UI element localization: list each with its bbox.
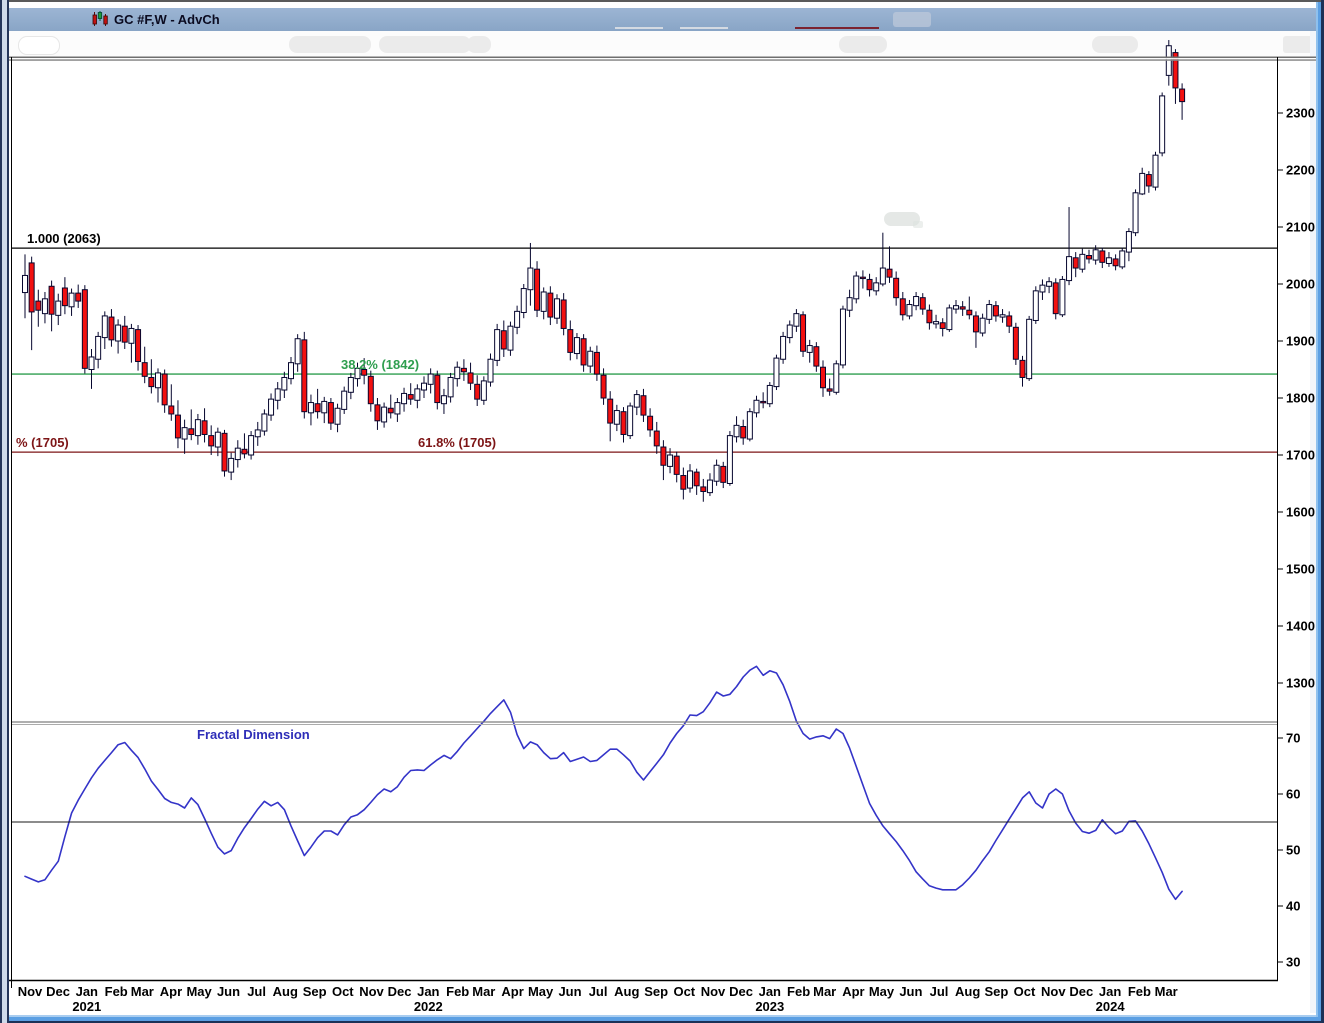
svg-text:Dec: Dec xyxy=(1069,984,1093,999)
svg-text:Jul: Jul xyxy=(930,984,949,999)
svg-text:May: May xyxy=(528,984,554,999)
svg-text:Nov: Nov xyxy=(701,984,726,999)
chart-canvas[interactable]: 2300 2200 2100 2000 1900 1800 1700 1600 1500 1400… xyxy=(0,0,1324,1023)
svg-text:Mar: Mar xyxy=(472,984,495,999)
svg-text:40: 40 xyxy=(1286,899,1300,914)
svg-text:Apr: Apr xyxy=(501,984,523,999)
fib-label-618: 61.8% (1705) xyxy=(418,435,497,451)
svg-text:May: May xyxy=(869,984,895,999)
svg-text:2024: 2024 xyxy=(1096,999,1126,1014)
svg-text:2000: 2000 xyxy=(1286,277,1315,292)
svg-text:2022: 2022 xyxy=(414,999,443,1014)
chart-area[interactable]: 2300 2200 2100 2000 1900 1800 1700 1600 1500 1400… xyxy=(0,0,1324,1023)
svg-text:1800: 1800 xyxy=(1286,391,1315,406)
svg-text:Nov: Nov xyxy=(18,984,43,999)
svg-text:2100: 2100 xyxy=(1286,220,1315,235)
svg-text:Nov: Nov xyxy=(1041,984,1066,999)
fib-label-382: 38.2% (1842) xyxy=(341,357,420,373)
chart-window: GC #F,W - AdvCh 2300 2200 2100 2000 1900 1800… xyxy=(0,0,1324,1023)
time-axis[interactable]: Nov Dec Jan Feb Mar Apr May Jun Jul Aug Sep Oct Nov D… xyxy=(18,984,1178,1014)
svg-text:Mar: Mar xyxy=(1155,984,1178,999)
svg-text:2200: 2200 xyxy=(1286,163,1315,178)
svg-text:Feb: Feb xyxy=(105,984,128,999)
window-title: GC #F,W - AdvCh xyxy=(114,12,220,27)
svg-text:Jun: Jun xyxy=(899,984,922,999)
svg-text:Jan: Jan xyxy=(1099,984,1121,999)
svg-text:Sep: Sep xyxy=(984,984,1008,999)
svg-text:Dec: Dec xyxy=(729,984,753,999)
svg-text:70: 70 xyxy=(1286,731,1300,746)
svg-text:1300: 1300 xyxy=(1286,676,1315,691)
svg-text:Jun: Jun xyxy=(558,984,581,999)
svg-text:Jan: Jan xyxy=(76,984,98,999)
indicator-axis[interactable]: 70 60 50 40 30 xyxy=(1277,731,1300,970)
svg-text:50: 50 xyxy=(1286,843,1300,858)
svg-text:1500: 1500 xyxy=(1286,562,1315,577)
svg-text:Oct: Oct xyxy=(673,984,695,999)
svg-text:Dec: Dec xyxy=(388,984,412,999)
svg-text:May: May xyxy=(186,984,212,999)
candlesticks xyxy=(22,40,1186,502)
svg-text:Jan: Jan xyxy=(417,984,439,999)
price-axis[interactable]: 2300 2200 2100 2000 1900 1800 1700 1600 1500 1400… xyxy=(1277,106,1315,691)
svg-text:2021: 2021 xyxy=(72,999,101,1014)
svg-text:60: 60 xyxy=(1286,787,1300,802)
svg-text:1600: 1600 xyxy=(1286,505,1315,520)
pane-borders xyxy=(9,56,1316,988)
svg-text:Mar: Mar xyxy=(131,984,154,999)
indicator-label: Fractal Dimension xyxy=(197,727,310,742)
svg-text:Oct: Oct xyxy=(1014,984,1036,999)
svg-text:Jul: Jul xyxy=(247,984,266,999)
svg-text:1700: 1700 xyxy=(1286,448,1315,463)
svg-text:Aug: Aug xyxy=(955,984,980,999)
svg-text:Aug: Aug xyxy=(273,984,298,999)
svg-text:Nov: Nov xyxy=(359,984,384,999)
svg-text:Dec: Dec xyxy=(46,984,70,999)
svg-text:30: 30 xyxy=(1286,955,1300,970)
fib-label-618-left: % (1705) xyxy=(16,435,69,451)
svg-text:Aug: Aug xyxy=(614,984,639,999)
fib-label-100: 1.000 (2063) xyxy=(27,231,101,247)
svg-text:1400: 1400 xyxy=(1286,619,1315,634)
svg-text:Jun: Jun xyxy=(217,984,240,999)
svg-text:Feb: Feb xyxy=(787,984,810,999)
svg-text:Sep: Sep xyxy=(644,984,668,999)
svg-text:Mar: Mar xyxy=(813,984,836,999)
svg-text:Apr: Apr xyxy=(842,984,864,999)
svg-text:Jul: Jul xyxy=(589,984,608,999)
svg-text:Sep: Sep xyxy=(303,984,327,999)
candlestick-icon xyxy=(92,11,108,26)
svg-text:Oct: Oct xyxy=(332,984,354,999)
indicator-line xyxy=(24,665,1183,901)
svg-text:Feb: Feb xyxy=(446,984,469,999)
svg-text:2300: 2300 xyxy=(1286,106,1315,121)
svg-text:Apr: Apr xyxy=(160,984,182,999)
svg-text:Feb: Feb xyxy=(1128,984,1151,999)
svg-text:Jan: Jan xyxy=(759,984,781,999)
svg-text:2023: 2023 xyxy=(755,999,784,1014)
svg-text:1900: 1900 xyxy=(1286,334,1315,349)
